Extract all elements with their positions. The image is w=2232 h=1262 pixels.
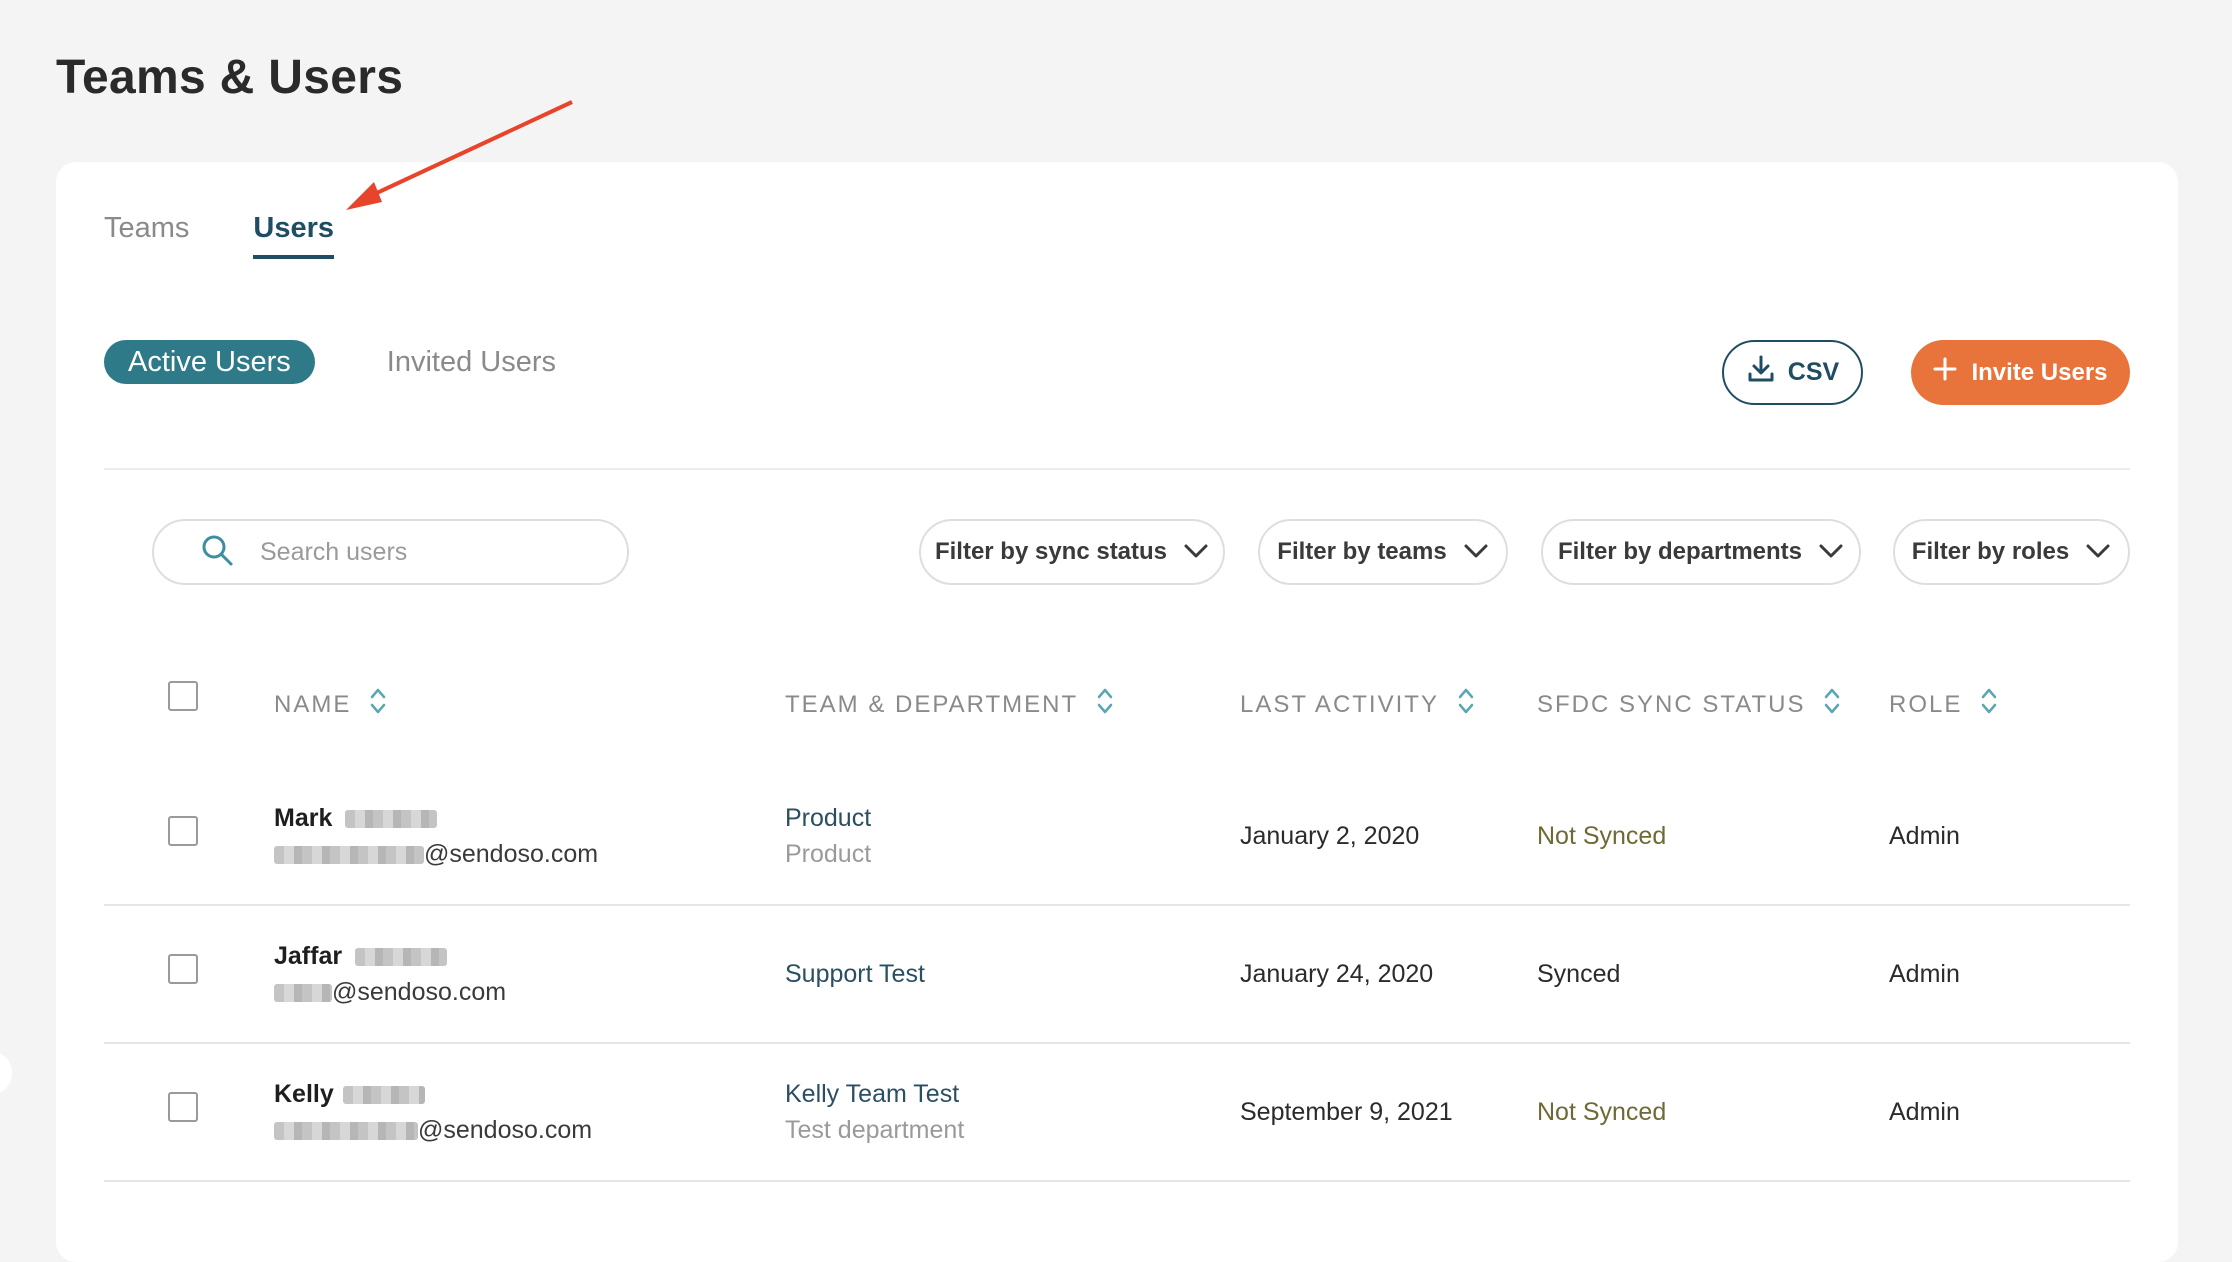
chevron-down-icon [2085, 538, 2111, 566]
csv-download-button[interactable]: CSV [1722, 340, 1863, 405]
csv-label: CSV [1787, 358, 1840, 386]
row-divider [104, 1042, 2130, 1044]
sort-icon [1980, 686, 1998, 723]
search-icon [200, 533, 234, 572]
redacted-last-name [355, 948, 448, 967]
user-email-domain: @sendoso.com [418, 1116, 593, 1144]
filter-roles-label: Filter by roles [1911, 538, 2070, 565]
download-icon [1746, 354, 1776, 391]
page-title: Teams & Users [56, 51, 404, 104]
filter-departments[interactable]: Filter by departments [1541, 519, 1861, 585]
user-name[interactable]: Mark [274, 804, 438, 833]
search-field[interactable] [152, 519, 629, 585]
redacted-email-local [274, 1122, 418, 1141]
column-header-label: ROLE [1889, 690, 1963, 718]
user-first-name: Kelly [274, 1080, 334, 1108]
redacted-last-name [345, 810, 438, 829]
last-activity: January 24, 2020 [1240, 960, 1434, 988]
filter-roles[interactable]: Filter by roles [1893, 519, 2130, 585]
user-email-domain: @sendoso.com [424, 840, 599, 868]
department-name: Test department [785, 1116, 965, 1144]
section-divider [104, 468, 2130, 470]
invite-users-label: Invite Users [1971, 358, 2108, 386]
column-header-last-activity[interactable]: LAST ACTIVITY [1240, 686, 1475, 723]
column-header-label: TEAM & DEPARTMENT [785, 690, 1079, 718]
tab-teams[interactable]: Teams [104, 212, 189, 259]
user-name[interactable]: Jaffar [274, 942, 448, 971]
sync-status: Not Synced [1537, 1098, 1667, 1126]
user-role: Admin [1889, 822, 1960, 850]
row-divider [104, 904, 2130, 906]
chevron-down-icon [1463, 538, 1489, 566]
redacted-last-name [342, 1086, 425, 1105]
last-activity: September 9, 2021 [1240, 1098, 1453, 1126]
filter-teams[interactable]: Filter by teams [1258, 519, 1508, 585]
sort-icon [1823, 686, 1841, 723]
sort-icon [369, 686, 387, 723]
user-role: Admin [1889, 1098, 1960, 1126]
user-name[interactable]: Kelly [274, 1080, 425, 1109]
side-panel-handle[interactable] [0, 1052, 12, 1094]
active-users-toggle[interactable]: Active Users [104, 340, 315, 384]
user-email: @sendoso.com [274, 978, 506, 1007]
tab-bar: Teams Users [104, 212, 335, 259]
filter-teams-label: Filter by teams [1277, 538, 1447, 565]
column-header-label: SFDC SYNC STATUS [1537, 690, 1806, 718]
chevron-down-icon [1818, 538, 1844, 566]
sort-icon [1096, 686, 1114, 723]
sync-status: Synced [1537, 960, 1621, 988]
column-header-sync-status[interactable]: SFDC SYNC STATUS [1537, 686, 1841, 723]
column-header-label: LAST ACTIVITY [1240, 690, 1439, 718]
select-all-checkbox[interactable] [168, 681, 198, 711]
team-name[interactable]: Product [785, 804, 871, 833]
department-name: Product [785, 840, 872, 868]
row-checkbox[interactable] [168, 1092, 198, 1122]
chevron-down-icon [1183, 538, 1209, 566]
user-first-name: Jaffar [274, 942, 343, 970]
column-header-team-department[interactable]: TEAM & DEPARTMENT [785, 686, 1114, 723]
invited-users-toggle[interactable]: Invited Users [387, 346, 556, 379]
search-input[interactable] [260, 537, 560, 567]
sync-status: Not Synced [1537, 822, 1667, 850]
filter-departments-label: Filter by departments [1557, 538, 1803, 565]
plus-icon [1933, 357, 1957, 388]
invite-users-button[interactable]: Invite Users [1911, 340, 2130, 405]
team-name[interactable]: Support Test [785, 960, 925, 989]
redacted-email-local [274, 984, 332, 1003]
row-checkbox[interactable] [168, 816, 198, 846]
column-header-label: NAME [274, 690, 352, 718]
filter-sync-status-label: Filter by sync status [934, 538, 1168, 565]
redacted-email-local [274, 846, 424, 865]
sort-icon [1457, 686, 1475, 723]
user-email: @sendoso.com [274, 840, 598, 869]
filter-sync-status[interactable]: Filter by sync status [919, 519, 1225, 585]
team-name[interactable]: Kelly Team Test [785, 1080, 959, 1109]
tab-users[interactable]: Users [253, 212, 335, 259]
user-email: @sendoso.com [274, 1116, 592, 1145]
user-role: Admin [1889, 960, 1960, 988]
column-header-name[interactable]: NAME [274, 686, 387, 723]
column-header-role[interactable]: ROLE [1889, 686, 1998, 723]
row-checkbox[interactable] [168, 954, 198, 984]
user-email-domain: @sendoso.com [332, 978, 507, 1006]
last-activity: January 2, 2020 [1240, 822, 1420, 850]
user-first-name: Mark [274, 804, 333, 832]
user-status-toggle: Active Users Invited Users [104, 340, 556, 384]
row-divider [104, 1180, 2130, 1182]
